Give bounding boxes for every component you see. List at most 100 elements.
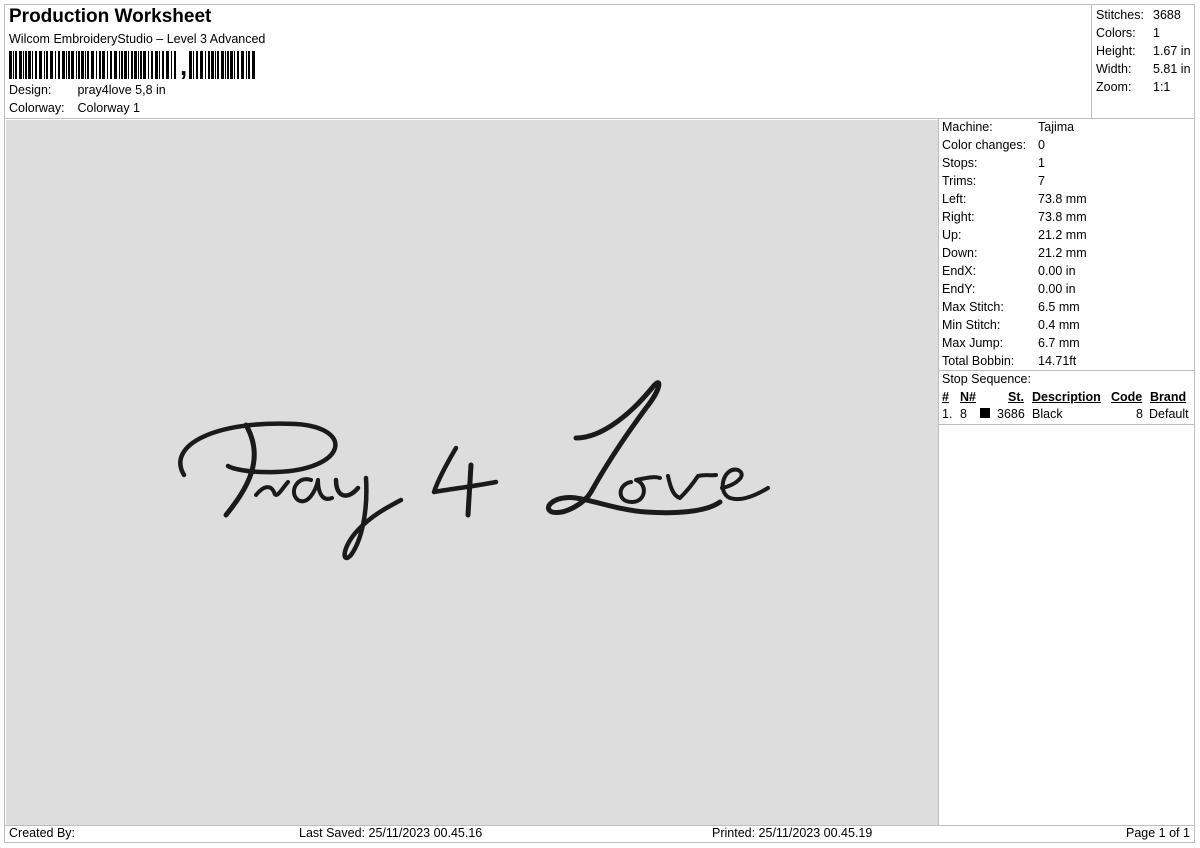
left-row: Left: 73.8 mm: [942, 192, 1087, 206]
barcode-bar: [215, 51, 216, 79]
barcode-bar: [85, 51, 86, 79]
barcode-bar: [62, 51, 65, 79]
col-code: Code: [1111, 390, 1143, 404]
barcode-bar: [189, 51, 192, 79]
table-row: 1. 8 3686 Black 8 Default: [942, 405, 1194, 422]
barcode-bar: [46, 51, 48, 79]
barcode-bar: [44, 51, 45, 79]
color-changes-row: Color changes: 0: [942, 138, 1045, 152]
barcode-bar: [171, 51, 172, 79]
barcode-bar: [234, 51, 235, 79]
barcode-bar: [237, 51, 239, 79]
stat-width: Width: 5.81 in: [1096, 62, 1191, 76]
col-description: Description: [1032, 390, 1101, 404]
barcode-bar: [211, 51, 214, 79]
stat-stitches: Stitches: 3688: [1096, 8, 1181, 22]
barcode-bar: [71, 51, 74, 79]
design-value: pray4love 5,8 in: [77, 83, 166, 97]
barcode-bars: [9, 51, 176, 79]
barcode-bar: [134, 51, 137, 79]
up-row: Up: 21.2 mm: [942, 228, 1087, 242]
stops-row: Stops: 1: [942, 156, 1045, 170]
barcode-bar: [121, 51, 123, 79]
barcode-bar: [140, 51, 142, 79]
barcode-bar: [78, 51, 80, 79]
design-row: Design: pray4love 5,8 in: [9, 83, 166, 97]
barcode-bar: [99, 51, 101, 79]
footer-last-saved: Last Saved: 25/11/2023 00.45.16: [299, 826, 483, 840]
footer-divider: [5, 825, 1194, 826]
panel-divider: [938, 118, 939, 826]
barcode-bar: [221, 51, 224, 79]
barcode-bar: [13, 51, 14, 79]
barcode-bar: [128, 51, 129, 79]
barcode-bar: [50, 51, 53, 79]
max-stitch-row: Max Stitch: 6.5 mm: [942, 300, 1080, 314]
barcode-bar: [23, 51, 24, 79]
row-description: Black: [1032, 407, 1063, 421]
barcode-bar: [25, 51, 27, 79]
barcode-bar: [124, 51, 127, 79]
barcode-bar: [148, 51, 149, 79]
footer-printed: Printed: 25/11/2023 00.45.19: [712, 826, 873, 840]
barcode-bar: [68, 51, 70, 79]
barcode-bar: [107, 51, 108, 79]
barcode-bar: [87, 51, 89, 79]
trims-row: Trims: 7: [942, 174, 1045, 188]
page-title: Production Worksheet: [9, 6, 212, 27]
barcode-bar: [193, 51, 194, 79]
barcode-bar: [252, 51, 255, 79]
barcode-bar: [81, 51, 84, 79]
stat-zoom: Zoom: 1:1: [1096, 80, 1171, 94]
barcode-bar: [246, 51, 247, 79]
barcode-bar: [230, 51, 233, 79]
barcode-bar: [159, 51, 160, 79]
barcode-bar: [66, 51, 67, 79]
barcode-bar: [35, 51, 37, 79]
barcode-bar: [32, 51, 33, 79]
design-canvas: [6, 120, 938, 825]
barcode-separator: ,: [180, 51, 188, 81]
endx-row: EndX: 0.00 in: [942, 264, 1076, 278]
barcode-bar: [217, 51, 219, 79]
colorway-row: Colorway: Colorway 1: [9, 101, 140, 115]
barcode-bar: [241, 51, 244, 79]
barcode-bar: [114, 51, 117, 79]
stop-sequence: Stop Sequence: # N# St. Description Code…: [942, 370, 1194, 422]
stats-divider: [1091, 5, 1092, 118]
stop-sequence-title: Stop Sequence:: [942, 372, 1031, 386]
barcode-bar: [9, 51, 12, 79]
col-needle: N#: [960, 390, 976, 404]
stop-sequence-header: # N# St. Description Code Brand: [942, 388, 1194, 405]
row-brand: Default: [1149, 407, 1189, 421]
embroidery-design: [178, 380, 770, 561]
machine-info: Machine: Tajima Color changes: 0 Stops: 1 T…: [942, 118, 1087, 370]
barcode: ,: [9, 51, 259, 79]
barcode-bar: [166, 51, 169, 79]
barcode-bar: [208, 51, 210, 79]
sequence-divider: [938, 424, 1194, 425]
colorway-value: Colorway 1: [77, 101, 141, 115]
barcode-bar: [102, 51, 105, 79]
color-swatch: [980, 408, 990, 418]
barcode-bar: [39, 51, 42, 79]
barcode-bar: [200, 51, 203, 79]
stat-colors: Colors: 1: [1096, 26, 1160, 40]
barcode-bar: [155, 51, 158, 79]
barcode-bar: [225, 51, 226, 79]
col-num: #: [942, 390, 949, 404]
colorway-label: Colorway:: [9, 101, 65, 115]
total-bobbin-row: Total Bobbin: 14.71ft: [942, 354, 1077, 368]
barcode-bar: [91, 51, 94, 79]
barcode-bar: [138, 51, 139, 79]
barcode-bar: [119, 51, 120, 79]
barcode-bar: [151, 51, 153, 79]
row-num: 1.: [942, 407, 953, 421]
row-needle: 8: [960, 407, 967, 421]
stat-height: Height: 1.67 in: [1096, 44, 1191, 58]
software-name: Wilcom EmbroideryStudio – Level 3 Advanc…: [9, 32, 266, 46]
barcode-bar: [28, 51, 31, 79]
barcode-bars-secondary: [189, 51, 255, 79]
right-row: Right: 73.8 mm: [942, 210, 1087, 224]
barcode-bar: [15, 51, 17, 79]
